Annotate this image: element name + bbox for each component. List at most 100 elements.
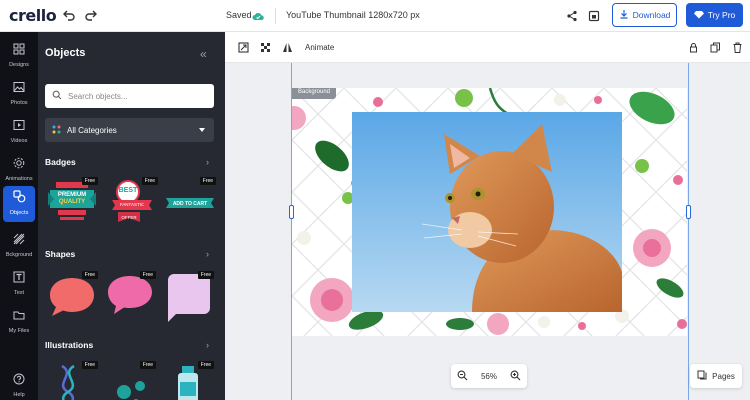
chevron-right-icon[interactable]: › [206, 249, 209, 259]
cloud-check-icon [252, 9, 264, 21]
rail-item-text[interactable]: Text [0, 266, 38, 302]
rail-item-background[interactable]: Bckground [0, 228, 38, 264]
rail-item-help[interactable]: Help [0, 368, 38, 400]
document-title[interactable]: YouTube Thumbnail 1280x720 px [286, 10, 420, 20]
objects-panel: Objects « All Categories Badges › PREMIU… [38, 32, 225, 400]
collapse-panel-icon[interactable]: « [200, 47, 207, 61]
badge-text: ADD TO CART [172, 201, 208, 207]
rail-label: Photos [10, 100, 28, 106]
download-icon [619, 9, 629, 21]
free-badge: Free [199, 177, 216, 185]
designs-icon [13, 42, 25, 60]
shape-speech-bubble[interactable]: Free [106, 271, 156, 328]
search-icon [52, 87, 62, 105]
category-value: All Categories [67, 125, 117, 135]
illustration-dna[interactable]: Free [48, 361, 98, 400]
videos-icon [13, 118, 25, 136]
badge-text: BEST [118, 187, 138, 194]
illustration-virus[interactable]: Free [106, 361, 156, 400]
rail-label: My Files [8, 328, 30, 334]
badge-premium-quality[interactable]: PREMIUM QUALITY Free [48, 177, 98, 234]
diamond-icon [693, 10, 704, 21]
position-icon[interactable] [236, 40, 250, 54]
panel-title: Objects [45, 47, 86, 59]
rail-item-animations[interactable]: Animations [0, 152, 38, 188]
free-badge: Free [197, 361, 214, 369]
rail-label: Text [13, 290, 25, 296]
redo-icon[interactable] [82, 7, 100, 25]
section-title-illustrations: Illustrations [45, 340, 94, 350]
search-box[interactable] [45, 84, 214, 108]
zoom-in-icon[interactable] [510, 370, 521, 383]
zoom-value: 56% [480, 371, 497, 381]
transparency-icon[interactable] [258, 40, 272, 54]
app-root: crello Saved YouTube Thumbnail 1280x720 … [0, 0, 750, 400]
resize-handle-left[interactable] [289, 205, 294, 219]
categories-icon [52, 125, 61, 136]
share-icon[interactable] [563, 7, 581, 25]
rail-label: Designs [9, 62, 29, 68]
rail-label: Videos [10, 138, 28, 144]
speech-bubble-red [50, 278, 94, 316]
lock-icon[interactable] [686, 40, 700, 54]
rail-item-my-files[interactable]: My Files [0, 304, 38, 340]
pages-button[interactable]: Pages [690, 364, 742, 388]
left-rail: Designs Photos Videos Animations Objects… [0, 32, 38, 400]
cat-photo-image [352, 112, 622, 312]
search-input[interactable] [68, 91, 198, 101]
chevron-right-icon[interactable]: › [206, 157, 209, 167]
try-pro-button[interactable]: Try Pro [686, 3, 743, 27]
badge-add-to-cart[interactable]: ADD TO CART Free [166, 177, 216, 234]
duplicate-icon[interactable] [708, 40, 722, 54]
download-label: Download [632, 10, 671, 20]
rail-label: Objects [9, 210, 29, 216]
rail-item-objects[interactable]: Objects [3, 186, 35, 222]
badge-text: OFFER [121, 215, 137, 220]
animate-button[interactable]: Animate [305, 43, 334, 52]
badge-text: PREMIUM [57, 192, 87, 198]
section-title-badges: Badges [45, 157, 76, 167]
rail-item-videos[interactable]: Videos [0, 114, 38, 150]
free-badge: Free [81, 271, 98, 279]
photos-icon [13, 80, 25, 98]
chevron-right-icon[interactable]: › [206, 340, 209, 350]
animations-icon [13, 156, 25, 174]
free-badge: Free [81, 361, 98, 369]
badge-text: QUALITY [58, 199, 86, 205]
category-select[interactable]: All Categories [45, 118, 214, 142]
guide-line-right [688, 63, 689, 400]
zoom-out-icon[interactable] [457, 370, 468, 383]
badge-best-offer[interactable]: BEST FANTASTIC OFFER Free [108, 177, 158, 234]
rail-item-photos[interactable]: Photos [0, 76, 38, 112]
resize-icon[interactable] [585, 7, 603, 25]
rail-item-designs[interactable]: Designs [0, 38, 38, 74]
rail-label: Help [13, 392, 25, 398]
speech-bubble-pink [108, 276, 152, 314]
saved-status: Saved [226, 10, 252, 20]
zoom-control: 56% [451, 364, 527, 388]
shape-speech-bubble[interactable]: Free [48, 271, 98, 328]
pages-label: Pages [712, 371, 735, 381]
illustration-bottle[interactable]: Free [164, 361, 214, 400]
cat-photo[interactable] [352, 112, 622, 312]
trash-icon[interactable] [730, 40, 744, 54]
flip-icon[interactable] [280, 40, 294, 54]
app-logo[interactable]: crello [9, 6, 57, 25]
free-badge: Free [139, 361, 156, 369]
resize-handle-right[interactable] [686, 205, 691, 219]
divider [275, 8, 276, 24]
background-tag: Background [292, 88, 337, 99]
rail-label: Animations [5, 176, 33, 182]
shape-speech-bubble[interactable]: Free [164, 271, 214, 328]
folder-icon [13, 308, 25, 326]
section-title-shapes: Shapes [45, 249, 76, 259]
download-button[interactable]: Download [612, 3, 677, 27]
free-badge: Free [141, 177, 158, 185]
top-bar: crello Saved YouTube Thumbnail 1280x720 … [0, 0, 750, 32]
objects-icon [12, 190, 26, 208]
help-icon [13, 372, 25, 390]
badge-text: FANTASTIC [119, 202, 145, 207]
pages-icon [697, 370, 707, 382]
undo-icon[interactable] [60, 7, 78, 25]
try-pro-label: Try Pro [707, 10, 736, 20]
